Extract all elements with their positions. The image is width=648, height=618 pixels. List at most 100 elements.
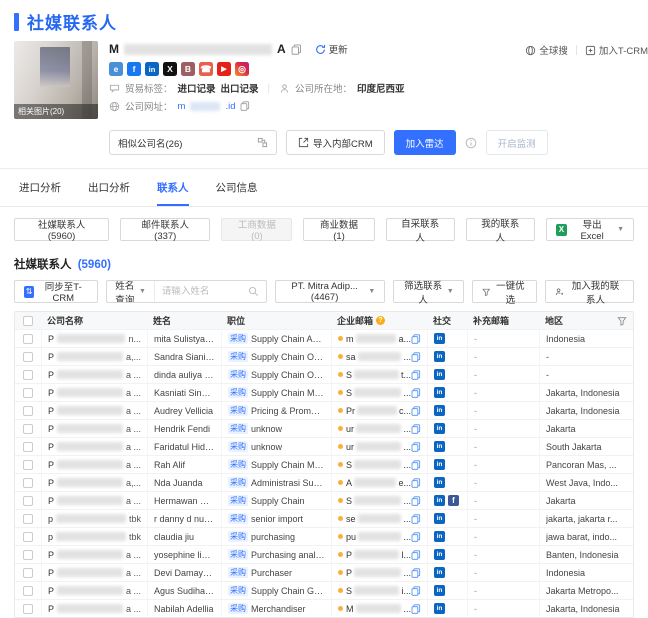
copy-icon[interactable] [411, 531, 421, 542]
copy-icon[interactable] [411, 459, 421, 470]
linkedin-icon[interactable]: in [434, 495, 445, 506]
row-checkbox[interactable] [23, 441, 33, 452]
instagram-icon[interactable]: ◎ [235, 62, 249, 76]
row-checkbox[interactable] [23, 603, 33, 614]
linkedin-icon[interactable]: in [434, 531, 445, 542]
copy-icon[interactable] [291, 43, 302, 55]
copy-icon[interactable] [411, 405, 421, 416]
tab-2[interactable]: 出口分析 [88, 180, 130, 206]
linkedin-icon[interactable]: in [434, 567, 445, 578]
linkedin-icon[interactable]: in [434, 477, 445, 488]
row-checkbox[interactable] [23, 513, 33, 524]
row-checkbox[interactable] [23, 585, 33, 596]
filter-contacts-select[interactable]: 筛选联系人 ▼ [393, 280, 464, 306]
row-checkbox[interactable] [23, 477, 33, 488]
linkedin-icon[interactable]: in [434, 387, 445, 398]
add-my-contacts-button[interactable]: 加入我的联系人 [544, 280, 634, 306]
join-tcrm-button[interactable]: 加入T-CRM [585, 43, 648, 57]
copy-icon[interactable] [411, 351, 421, 362]
copy-icon[interactable] [411, 495, 421, 506]
facebook-icon[interactable]: f [127, 62, 141, 76]
company-photo[interactable]: 相关图片(20) [14, 41, 98, 119]
trade-tag-export[interactable]: 出口记录 [221, 81, 259, 95]
row-checkbox[interactable] [23, 531, 33, 542]
copy-icon[interactable] [411, 585, 421, 596]
row-checkbox[interactable] [23, 423, 33, 434]
linkedin-icon[interactable]: in [434, 549, 445, 560]
table-row[interactable]: P a ... Hermawan Sapu... 采购 Supply Chain… [15, 491, 633, 509]
linkedin-icon[interactable]: in [434, 585, 445, 596]
linkedin-icon[interactable]: in [434, 423, 445, 434]
website-prefix[interactable]: m [178, 101, 186, 112]
copy-icon[interactable] [240, 101, 250, 111]
trade-tag-import[interactable]: 进口记录 [178, 81, 216, 95]
tab-1[interactable]: 进口分析 [19, 180, 61, 206]
table-row[interactable]: P n... mita Sulistyandari 采购 Supply Chai… [15, 329, 633, 347]
table-row[interactable]: P a ... Audrey Vellicia 采购 Pricing & Pro… [15, 401, 633, 419]
name-query-select[interactable]: 姓名查询 ▼ [107, 281, 155, 302]
youtube-icon[interactable]: ▶ [217, 62, 231, 76]
info-icon[interactable] [465, 137, 477, 149]
sync-tcrm-button[interactable]: ⇅ 同步至T-CRM [14, 280, 99, 304]
website-suffix[interactable]: .id [225, 101, 235, 112]
export-excel-button[interactable]: X 导出 Excel ▼ [545, 218, 635, 242]
table-row[interactable]: P a ... Faridatul Hidzroh 采购 unknow ur .… [15, 437, 633, 455]
table-row[interactable]: p tbk claudia jiu 采购 purchasing pu ... i… [15, 527, 633, 545]
subtab-1[interactable]: 社媒联系人(5960) [14, 218, 110, 242]
row-checkbox[interactable] [23, 495, 33, 506]
table-row[interactable]: P a ... Rah Alif 采购 Supply Chain Managem… [15, 455, 633, 473]
website-icon[interactable]: e [109, 62, 123, 76]
table-row[interactable]: P a ... Devi Damayanti 采购 Purchaser P ..… [15, 563, 633, 581]
copy-icon[interactable] [411, 423, 421, 434]
table-row[interactable]: P a ... Hendrik Fendi 采购 unknow ur ... i… [15, 419, 633, 437]
table-row[interactable]: P a ... dinda auliya adha 采购 Supply Chai… [15, 365, 633, 383]
global-search-button[interactable]: 全球搜 [525, 43, 568, 57]
copy-icon[interactable] [411, 369, 421, 380]
name-search-input[interactable] [161, 286, 248, 297]
facebook-icon[interactable]: f [448, 495, 459, 506]
import-crm-button[interactable]: 导入内部CRM [286, 130, 385, 155]
join-radar-button[interactable]: 加入雷达 [393, 130, 456, 155]
select-all-checkbox[interactable] [23, 315, 33, 326]
subtab-4[interactable]: 商业数据(1) [303, 218, 375, 242]
similar-companies-button[interactable]: 相似公司名(26) [109, 130, 277, 155]
table-row[interactable]: P a ... Kasniati Sinaga 采购 Supply Chain … [15, 383, 633, 401]
copy-icon[interactable] [411, 441, 421, 452]
linkedin-icon[interactable]: in [434, 459, 445, 470]
copy-icon[interactable] [411, 567, 421, 578]
row-checkbox[interactable] [23, 459, 33, 470]
copy-icon[interactable] [411, 603, 421, 614]
subtab-5[interactable]: 自采联系人 [385, 218, 455, 244]
copy-icon[interactable] [411, 333, 421, 344]
tab-3[interactable]: 联系人 [157, 180, 189, 206]
table-row[interactable]: P a ... Nabilah Adellia 采购 Merchandiser … [15, 599, 633, 617]
linkedin-icon[interactable]: in [434, 405, 445, 416]
copy-icon[interactable] [411, 549, 421, 560]
linkedin-icon[interactable]: in [145, 62, 159, 76]
help-icon[interactable]: ? [376, 316, 386, 325]
table-row[interactable]: P a ... Agus Sudiharjo 采购 Supply Chain G… [15, 581, 633, 599]
linkedin-icon[interactable]: in [434, 333, 445, 344]
linkedin-icon[interactable]: in [434, 603, 445, 614]
company-filter-select[interactable]: PT. Mitra Adip...(4467) ▼ [274, 280, 386, 303]
row-checkbox[interactable] [23, 549, 33, 560]
linkedin-icon[interactable]: in [434, 369, 445, 380]
row-checkbox[interactable] [23, 351, 33, 362]
blog-icon[interactable]: B [181, 62, 195, 76]
tab-4[interactable]: 公司信息 [216, 180, 258, 206]
search-icon[interactable] [248, 286, 259, 297]
phone-icon[interactable]: ☎ [199, 62, 213, 76]
linkedin-icon[interactable]: in [434, 441, 445, 452]
linkedin-icon[interactable]: in [434, 513, 445, 524]
copy-icon[interactable] [411, 477, 421, 488]
copy-icon[interactable] [411, 513, 421, 524]
table-row[interactable]: P a,... Nda Juanda 采购 Administrasi Suppl… [15, 473, 633, 491]
x-twitter-icon[interactable]: X [163, 62, 177, 76]
filter-funnel-icon[interactable] [617, 316, 627, 326]
subtab-2[interactable]: 邮件联系人(337) [120, 218, 211, 242]
subtab-6[interactable]: 我的联系人 [465, 218, 535, 244]
table-row[interactable]: p tbk r danny d nurpat... 采购 senior impo… [15, 509, 633, 527]
linkedin-icon[interactable]: in [434, 351, 445, 362]
table-row[interactable]: P a ... yosephine liviane 采购 Purchasing … [15, 545, 633, 563]
row-checkbox[interactable] [23, 405, 33, 416]
